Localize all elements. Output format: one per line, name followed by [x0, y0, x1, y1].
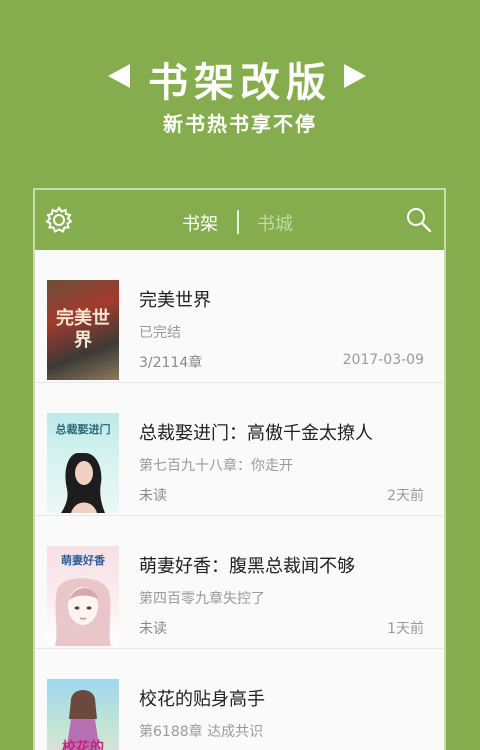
- app-top-bar: 书架 书城: [35, 190, 444, 250]
- read-progress: 3/2114章: [139, 355, 203, 371]
- update-time: 2天前: [387, 488, 424, 504]
- promo-title: 书架改版: [148, 60, 332, 106]
- read-progress: 未读: [139, 488, 167, 504]
- book-cover: 萌妻好香: [47, 546, 119, 646]
- cover-illustration: [55, 578, 111, 646]
- book-row[interactable]: 萌妻好香 萌妻好香：腹黑总裁闻不够 第四百零九章失控了 未读 1天前: [35, 516, 444, 649]
- latest-chapter: 第6188章 达成共识: [139, 724, 264, 740]
- read-progress: 未读: [139, 621, 167, 637]
- cover-illustration: [61, 453, 105, 513]
- cover-title: 完美世界: [56, 308, 110, 351]
- book-title: 完美世界: [139, 290, 211, 311]
- promo-subtitle: 新书热书享不停: [163, 112, 317, 136]
- book-cover: 校花的: [47, 679, 119, 750]
- latest-chapter: 第七百九十八章：你走开: [139, 458, 293, 474]
- book-cover: 完美世界: [47, 280, 119, 380]
- cover-title: 萌妻好香: [61, 554, 105, 567]
- tab-bookshelf[interactable]: 书架: [182, 210, 218, 236]
- app-screen: 书架 书城 完美世界 完美世界 已完结 3/2114章 2017-03-09 总…: [33, 188, 446, 750]
- promo-header: 书架改版 新书热书享不停: [0, 0, 480, 190]
- book-title: 校花的贴身高手: [139, 689, 265, 710]
- cover-title: 总裁娶进门: [55, 423, 111, 436]
- book-status: 已完结: [139, 325, 181, 341]
- cover-title: 校花的: [62, 740, 104, 750]
- shelf-tabs: 书架 书城: [35, 190, 444, 250]
- update-time: 2017-03-09: [342, 352, 424, 368]
- latest-chapter: 第四百零九章失控了: [139, 591, 265, 607]
- search-icon[interactable]: [405, 206, 433, 234]
- right-triangle-icon: [344, 64, 366, 88]
- book-row[interactable]: 总裁娶进门 总裁娶进门：高傲千金太撩人 第七百九十八章：你走开 未读 2天前: [35, 383, 444, 516]
- book-cover: 总裁娶进门: [47, 413, 119, 513]
- update-time: 1天前: [387, 621, 424, 637]
- book-list: 完美世界 完美世界 已完结 3/2114章 2017-03-09 总裁娶进门 总…: [35, 250, 444, 750]
- book-title: 萌妻好香：腹黑总裁闻不够: [139, 556, 355, 577]
- book-title: 总裁娶进门：高傲千金太撩人: [139, 423, 373, 444]
- book-row[interactable]: 校花的 校花的贴身高手 第6188章 达成共识: [35, 649, 444, 750]
- tab-bookstore[interactable]: 书城: [257, 210, 293, 236]
- tab-divider: [237, 210, 239, 234]
- book-row[interactable]: 完美世界 完美世界 已完结 3/2114章 2017-03-09: [35, 250, 444, 383]
